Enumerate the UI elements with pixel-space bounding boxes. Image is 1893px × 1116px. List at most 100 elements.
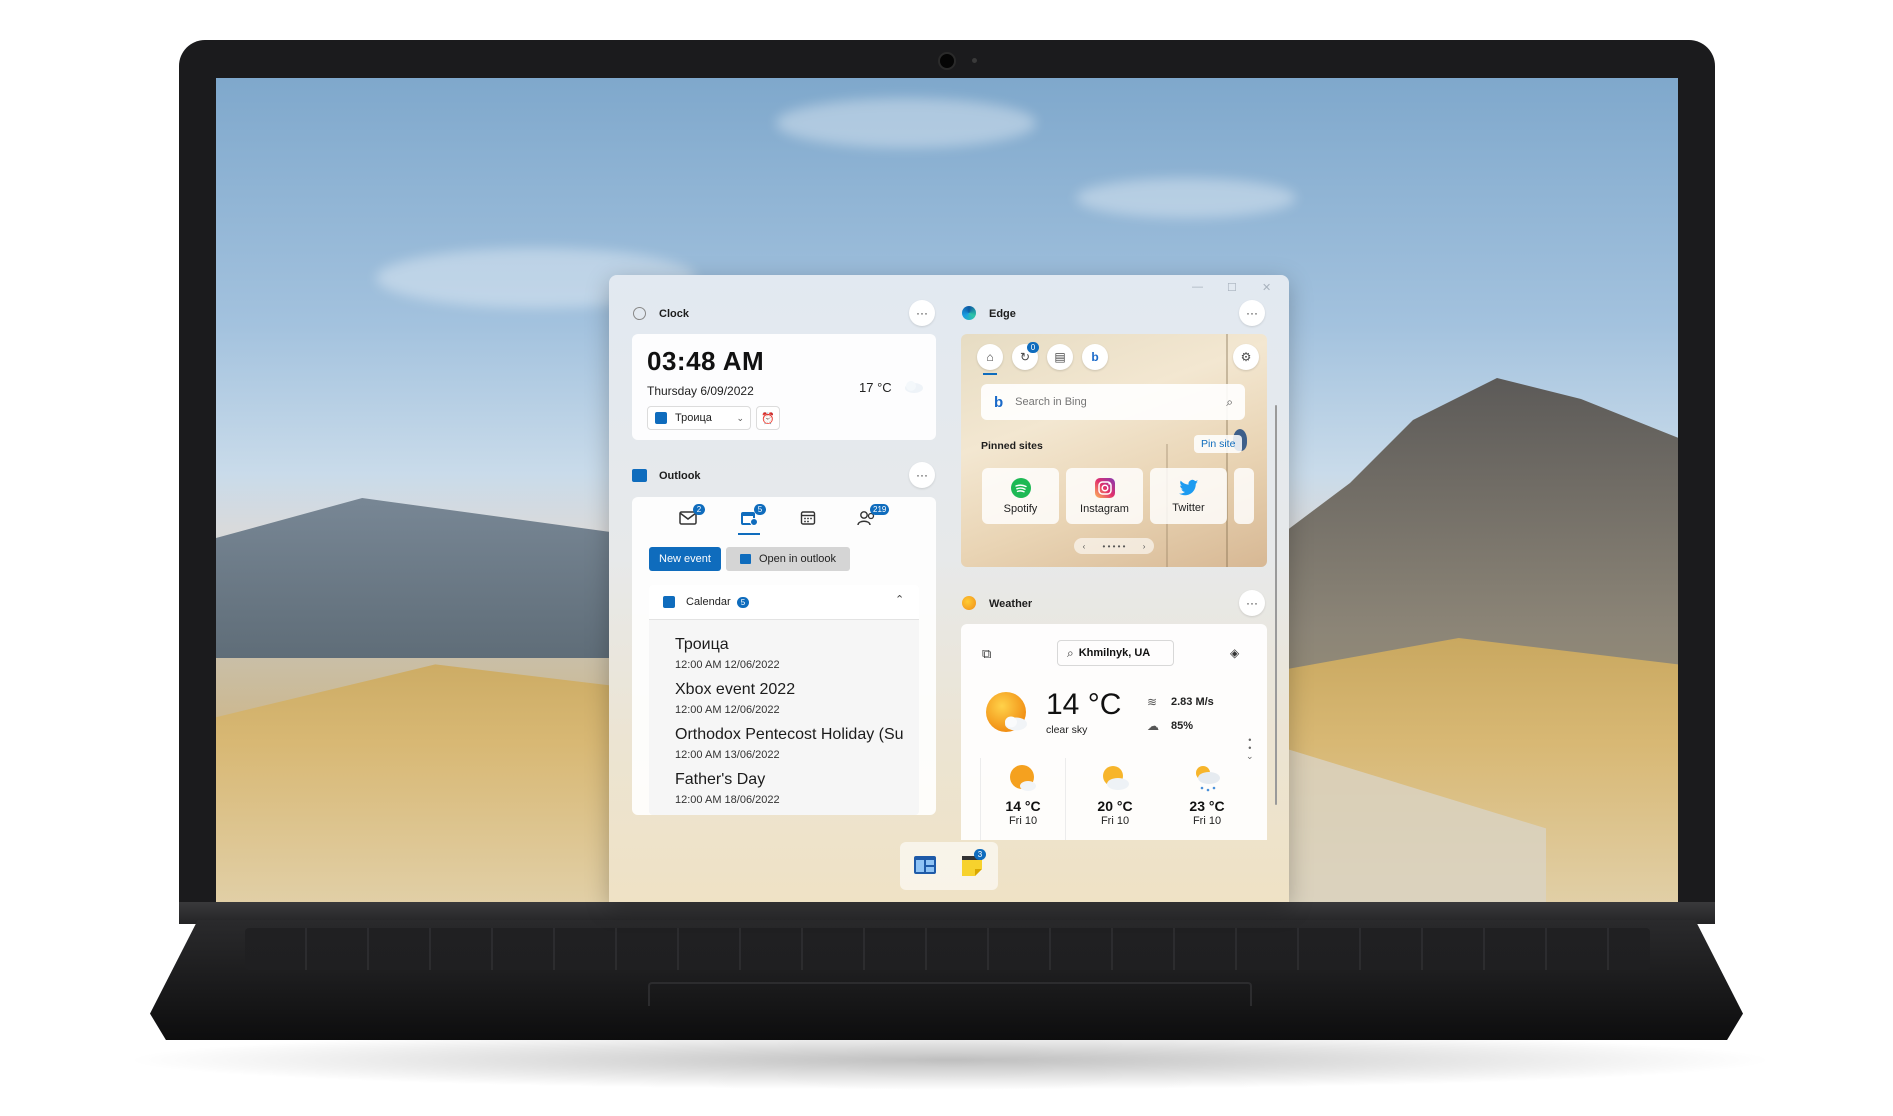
outlook-more-button[interactable]: ··· <box>909 462 935 488</box>
bing-button[interactable]: b <box>1082 344 1108 370</box>
alarm-button[interactable]: ⏰ <box>756 406 780 430</box>
collections-button[interactable]: ▤ <box>1047 344 1073 370</box>
weather-more-button[interactable]: ··· <box>1239 590 1265 616</box>
active-nav-indicator <box>983 373 997 375</box>
open-external-icon[interactable]: ⧉ <box>982 646 991 662</box>
forecast-day-label: Fri 10 <box>1100 815 1130 827</box>
sticky-notes-badge: 3 <box>974 849 986 860</box>
outlook-widget-title: Outlook <box>659 470 701 482</box>
search-icon[interactable]: ⌕ <box>1226 395 1233 410</box>
settings-button[interactable]: ⚙ <box>1233 344 1259 370</box>
event-item[interactable]: Father's Day 12:00 AM 18/06/2022 <box>675 771 911 806</box>
keyboard <box>245 928 1650 970</box>
history-button[interactable]: ↻ 0 <box>1012 342 1039 370</box>
bing-search-box[interactable]: b ⌕ <box>981 384 1245 420</box>
mail-tab[interactable]: 2 <box>677 504 705 529</box>
mail-badge: 2 <box>693 504 705 515</box>
forecast-day-label: Fri 10 <box>1008 815 1038 827</box>
sun-cloud-icon <box>985 690 1031 736</box>
contacts-tab[interactable]: 219 <box>856 504 890 529</box>
calendar-icon <box>800 511 816 525</box>
clock-widget-title: Clock <box>659 308 689 320</box>
locate-icon[interactable]: ◈ <box>1230 646 1239 660</box>
contacts-badge: 219 <box>870 504 890 515</box>
pager-prev-icon[interactable]: ‹ <box>1083 542 1086 551</box>
edge-icon <box>962 306 976 320</box>
edge-widget-title: Edge <box>989 308 1016 320</box>
current-temperature: 14 °C <box>1046 688 1122 721</box>
history-badge: 0 <box>1027 342 1039 353</box>
carousel-pager[interactable]: ‹ • • • • • › <box>1074 538 1154 554</box>
site-label: Twitter <box>1172 501 1205 514</box>
pinned-site-more[interactable] <box>1234 468 1254 524</box>
spotify-icon <box>1010 477 1031 498</box>
forecast-day-label: Fri 10 <box>1192 815 1222 827</box>
calendar-label: Calendar <box>686 596 731 608</box>
weather-condition: clear sky <box>1046 724 1088 736</box>
pinned-sites-label: Pinned sites <box>981 440 1043 452</box>
gear-icon: ⚙ <box>1240 350 1252 364</box>
calendar-app-icon <box>663 596 675 608</box>
chevron-up-icon[interactable]: ⌃ <box>895 593 904 606</box>
webcam-led <box>972 58 977 63</box>
event-selector[interactable]: Троица ⌄ <box>647 406 751 430</box>
pinned-site-twitter[interactable]: Twitter <box>1150 468 1227 524</box>
location-label: Khmilnyk, UA <box>1078 647 1151 659</box>
new-event-button[interactable]: New event <box>649 547 721 571</box>
maximize-icon[interactable]: ☐ <box>1227 281 1237 294</box>
forecast-day[interactable]: 20 °C Fri 10 <box>1073 758 1157 840</box>
search-icon: ⌕ <box>1067 645 1074 660</box>
calendar-app-icon <box>655 412 667 424</box>
open-in-outlook-button[interactable]: Open in outlook <box>726 547 850 571</box>
clock-card: 03:48 AM Thursday 6/09/2022 17 °C Троица… <box>632 334 936 440</box>
pin-site-button[interactable]: Pin site <box>1194 435 1243 453</box>
humidity: 85% <box>1171 720 1194 732</box>
event-title: Orthodox Pentecost Holiday (Su <box>675 726 904 743</box>
clock-time: 03:48 AM <box>647 346 765 376</box>
home-icon: ⌂ <box>986 350 994 364</box>
calendar-tab[interactable] <box>797 507 819 529</box>
vertical-more-icon[interactable]: • • ⌄ <box>1246 736 1254 761</box>
outlook-card: 2 5 219 New event Open in outlook Calend… <box>632 497 936 815</box>
event-time: 12:00 AM 13/06/2022 <box>675 749 780 761</box>
forecast-day[interactable]: 14 °C Fri 10 <box>980 758 1066 840</box>
clock-more-button[interactable]: ··· <box>909 300 935 326</box>
instagram-icon <box>1094 477 1115 498</box>
board-scrollbar[interactable] <box>1275 405 1277 805</box>
event-time: 12:00 AM 12/06/2022 <box>675 704 780 716</box>
event-item[interactable]: Xbox event 2022 12:00 AM 12/06/2022 <box>675 681 911 716</box>
event-item[interactable]: Троица 12:00 AM 12/06/2022 <box>675 636 911 671</box>
home-button[interactable]: ⌂ <box>977 344 1003 370</box>
touchpad <box>648 982 1252 1006</box>
cloud-icon <box>902 378 924 394</box>
clock-icon <box>633 307 646 320</box>
calendar-header[interactable]: Calendar 5 ⌃ <box>649 585 919 620</box>
sticky-notes-button[interactable]: 3 <box>962 849 986 876</box>
bing-search-input[interactable] <box>1013 395 1208 409</box>
chevron-down-icon: ⌄ <box>736 412 744 423</box>
pager-next-icon[interactable]: › <box>1143 542 1146 551</box>
forecast-day[interactable]: 23 °C Fri 10 <box>1165 758 1249 840</box>
edge-more-button[interactable]: ··· <box>1239 300 1265 326</box>
event-title: Father's Day <box>675 771 766 788</box>
humidity-icon: ☁ <box>1147 719 1159 733</box>
widgets-app-button[interactable] <box>914 856 936 874</box>
close-icon[interactable]: ✕ <box>1262 281 1271 294</box>
wind-speed: 2.83 M/s <box>1171 696 1214 708</box>
minimize-icon[interactable]: — <box>1192 281 1203 293</box>
pinned-site-instagram[interactable]: Instagram <box>1066 468 1143 524</box>
widgets-app-icon <box>914 856 936 874</box>
forecast-temp: 20 °C <box>1097 798 1133 814</box>
edge-card: ⌂ ↻ 0 ▤ b ⚙ b ⌕ Pinned sites Pin site Sp… <box>961 334 1267 567</box>
event-time: 12:00 AM 18/06/2022 <box>675 794 780 806</box>
site-label: Instagram <box>1080 502 1129 515</box>
event-time: 12:00 AM 12/06/2022 <box>675 659 780 671</box>
taskbar: 3 <box>900 842 998 890</box>
location-search[interactable]: ⌕ Khmilnyk, UA <box>1057 640 1174 666</box>
forecast-temp: 14 °C <box>1005 798 1041 814</box>
events-tab[interactable]: 5 <box>738 504 766 535</box>
event-item[interactable]: Orthodox Pentecost Holiday (Su 12:00 AM … <box>675 726 911 761</box>
sun-cloud-icon <box>1008 764 1038 794</box>
outlook-small-icon <box>739 554 751 564</box>
pinned-site-spotify[interactable]: Spotify <box>982 468 1059 524</box>
